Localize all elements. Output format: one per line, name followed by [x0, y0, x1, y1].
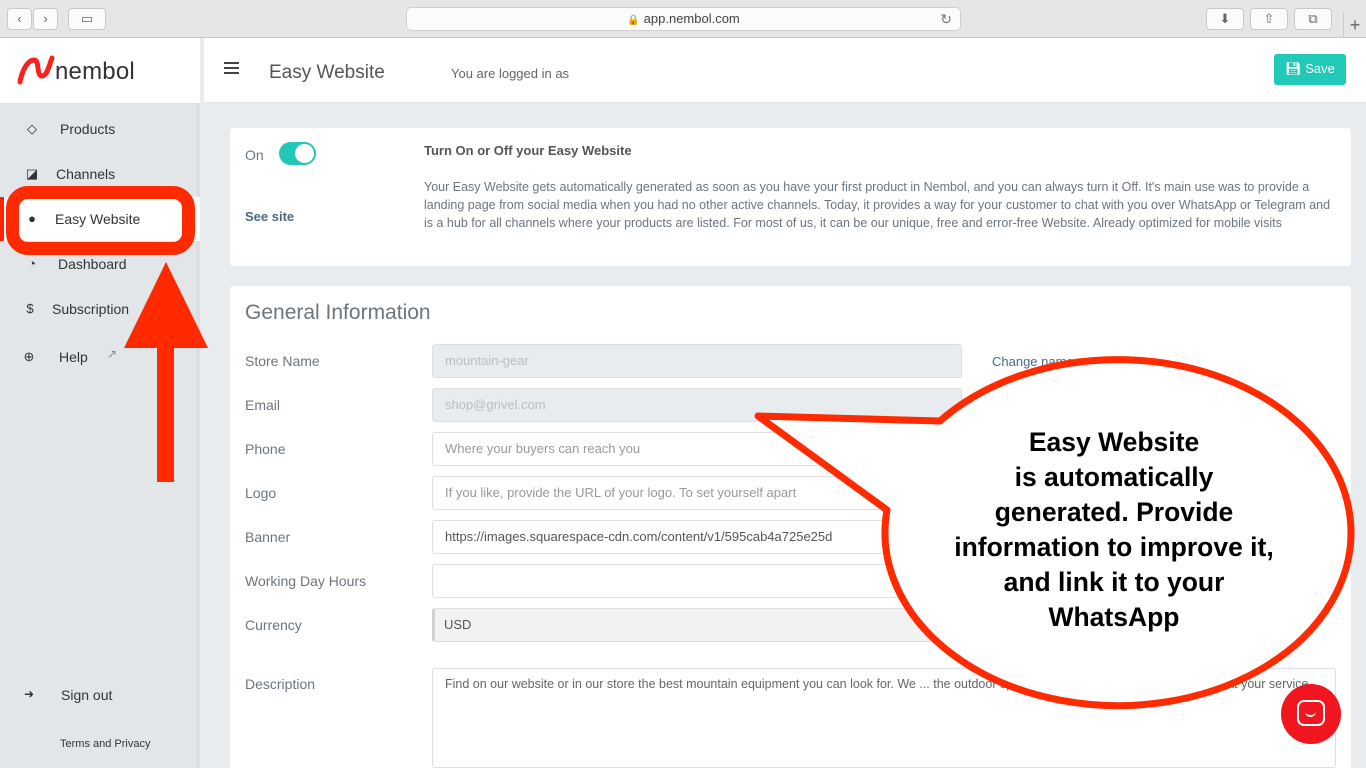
download-icon[interactable]: ⬇	[1206, 8, 1244, 30]
annotation-text: Easy Website is automatically generated.…	[914, 425, 1314, 635]
logo-text: nembol	[55, 58, 135, 85]
dashboard-icon: ◔	[28, 256, 36, 271]
section-title: General Information	[245, 301, 431, 324]
website-toggle[interactable]	[279, 142, 316, 165]
change-name-link[interactable]: Change name	[992, 354, 1074, 369]
lock-icon: 🔒	[627, 15, 640, 26]
save-label: Save	[1305, 61, 1335, 76]
annotation-line: information to improve it,	[954, 532, 1274, 562]
description-label: Description	[245, 676, 316, 692]
sign-out-icon: ➜	[24, 687, 35, 701]
phone-label: Phone	[245, 441, 286, 457]
forward-button[interactable]: ›	[33, 8, 58, 30]
active-indicator	[0, 197, 4, 241]
toggle-knob	[295, 144, 314, 163]
dollar-icon: $	[26, 301, 34, 316]
sign-out-label: Sign out	[61, 687, 113, 703]
terms-link[interactable]: Terms and Privacy	[60, 738, 150, 750]
sidebar-item-label: Dashboard	[58, 256, 127, 272]
working-hours-input[interactable]	[432, 564, 962, 598]
toggle-label: On	[245, 147, 264, 163]
currency-select[interactable]: USD	[432, 608, 962, 642]
currency-label: Currency	[245, 617, 302, 633]
save-button[interactable]: 💾︎ Save	[1274, 54, 1346, 85]
sidebar-toggle-icon[interactable]: ▭	[68, 8, 106, 30]
store-name-label: Store Name	[245, 353, 320, 369]
top-header: Easy Website You are logged in as 💾︎ Sav…	[204, 38, 1366, 103]
tabs-icon[interactable]: ⧉	[1294, 8, 1332, 30]
browser-toolbar: ‹ › ▭ 🔒 app.nembol.com ↻ ⬇ ⇧ ⧉ +	[0, 0, 1366, 38]
diamond-icon: ◇	[27, 121, 37, 136]
working-hours-label: Working Day Hours	[245, 573, 367, 589]
see-site-link[interactable]: See site	[245, 209, 294, 224]
sidebar-item-help[interactable]: ⊕ Help ↗	[0, 335, 200, 379]
email-label: Email	[245, 397, 281, 413]
annotation-line: is automatically	[1014, 462, 1214, 492]
description-textarea[interactable]: Find on our website or in our store the …	[432, 668, 1336, 768]
store-name-input[interactable]: mountain-gear	[432, 344, 962, 378]
new-tab-button[interactable]: +	[1343, 13, 1366, 38]
external-link-icon: ↗	[106, 347, 118, 361]
phone-input[interactable]: Where your buyers can reach you	[432, 432, 962, 466]
nembol-logo-icon	[17, 55, 55, 85]
sidebar: nembol ◇ Products ◪ Channels ● Easy Webs…	[0, 38, 200, 768]
share-square-icon: ◪	[25, 166, 39, 181]
annotation-line: Easy Website	[1028, 427, 1200, 457]
status-card: On See site Turn On or Off your Easy Web…	[230, 128, 1351, 266]
sidebar-item-label: Help	[59, 349, 88, 365]
highlight-ring	[6, 186, 195, 255]
email-input[interactable]: shop@grivel.com	[432, 388, 962, 422]
annotation-line: WhatsApp	[1048, 602, 1180, 632]
url-text: app.nembol.com	[643, 11, 740, 26]
sidebar-item-label: Products	[60, 121, 116, 137]
annotation-line: and link it to your	[1003, 567, 1225, 597]
back-button[interactable]: ‹	[7, 8, 32, 30]
chat-widget-button[interactable]	[1281, 684, 1341, 744]
logged-in-text: You are logged in as	[451, 66, 570, 81]
sidebar-item-subscription[interactable]: $ Subscription	[0, 287, 200, 331]
sidebar-item-products[interactable]: ◇ Products	[0, 107, 200, 151]
annotation-line: generated. Provide	[994, 497, 1234, 527]
save-icon: 💾︎	[1285, 61, 1302, 76]
lifebuoy-icon: ⊕	[23, 349, 35, 364]
page-title: Easy Website	[269, 62, 385, 83]
chat-icon	[1297, 700, 1325, 726]
logo-label: Logo	[245, 485, 277, 501]
share-icon[interactable]: ⇧	[1250, 8, 1288, 30]
sidebar-item-label: Channels	[56, 166, 116, 182]
sidebar-item-label: Subscription	[52, 301, 130, 317]
reload-icon[interactable]: ↻	[940, 8, 952, 30]
status-card-title: Turn On or Off your Easy Website	[424, 143, 632, 158]
banner-label: Banner	[245, 529, 291, 545]
sign-out-button[interactable]: ➜ Sign out	[0, 675, 200, 715]
logo[interactable]: nembol	[0, 38, 200, 103]
banner-url-input[interactable]: https://images.squarespace-cdn.com/conte…	[432, 520, 962, 554]
hamburger-menu-icon[interactable]	[224, 62, 239, 76]
logo-url-input[interactable]: If you like, provide the URL of your log…	[432, 476, 962, 510]
address-bar[interactable]: 🔒 app.nembol.com ↻	[406, 7, 961, 31]
status-card-description: Your Easy Website gets automatically gen…	[424, 180, 1331, 230]
